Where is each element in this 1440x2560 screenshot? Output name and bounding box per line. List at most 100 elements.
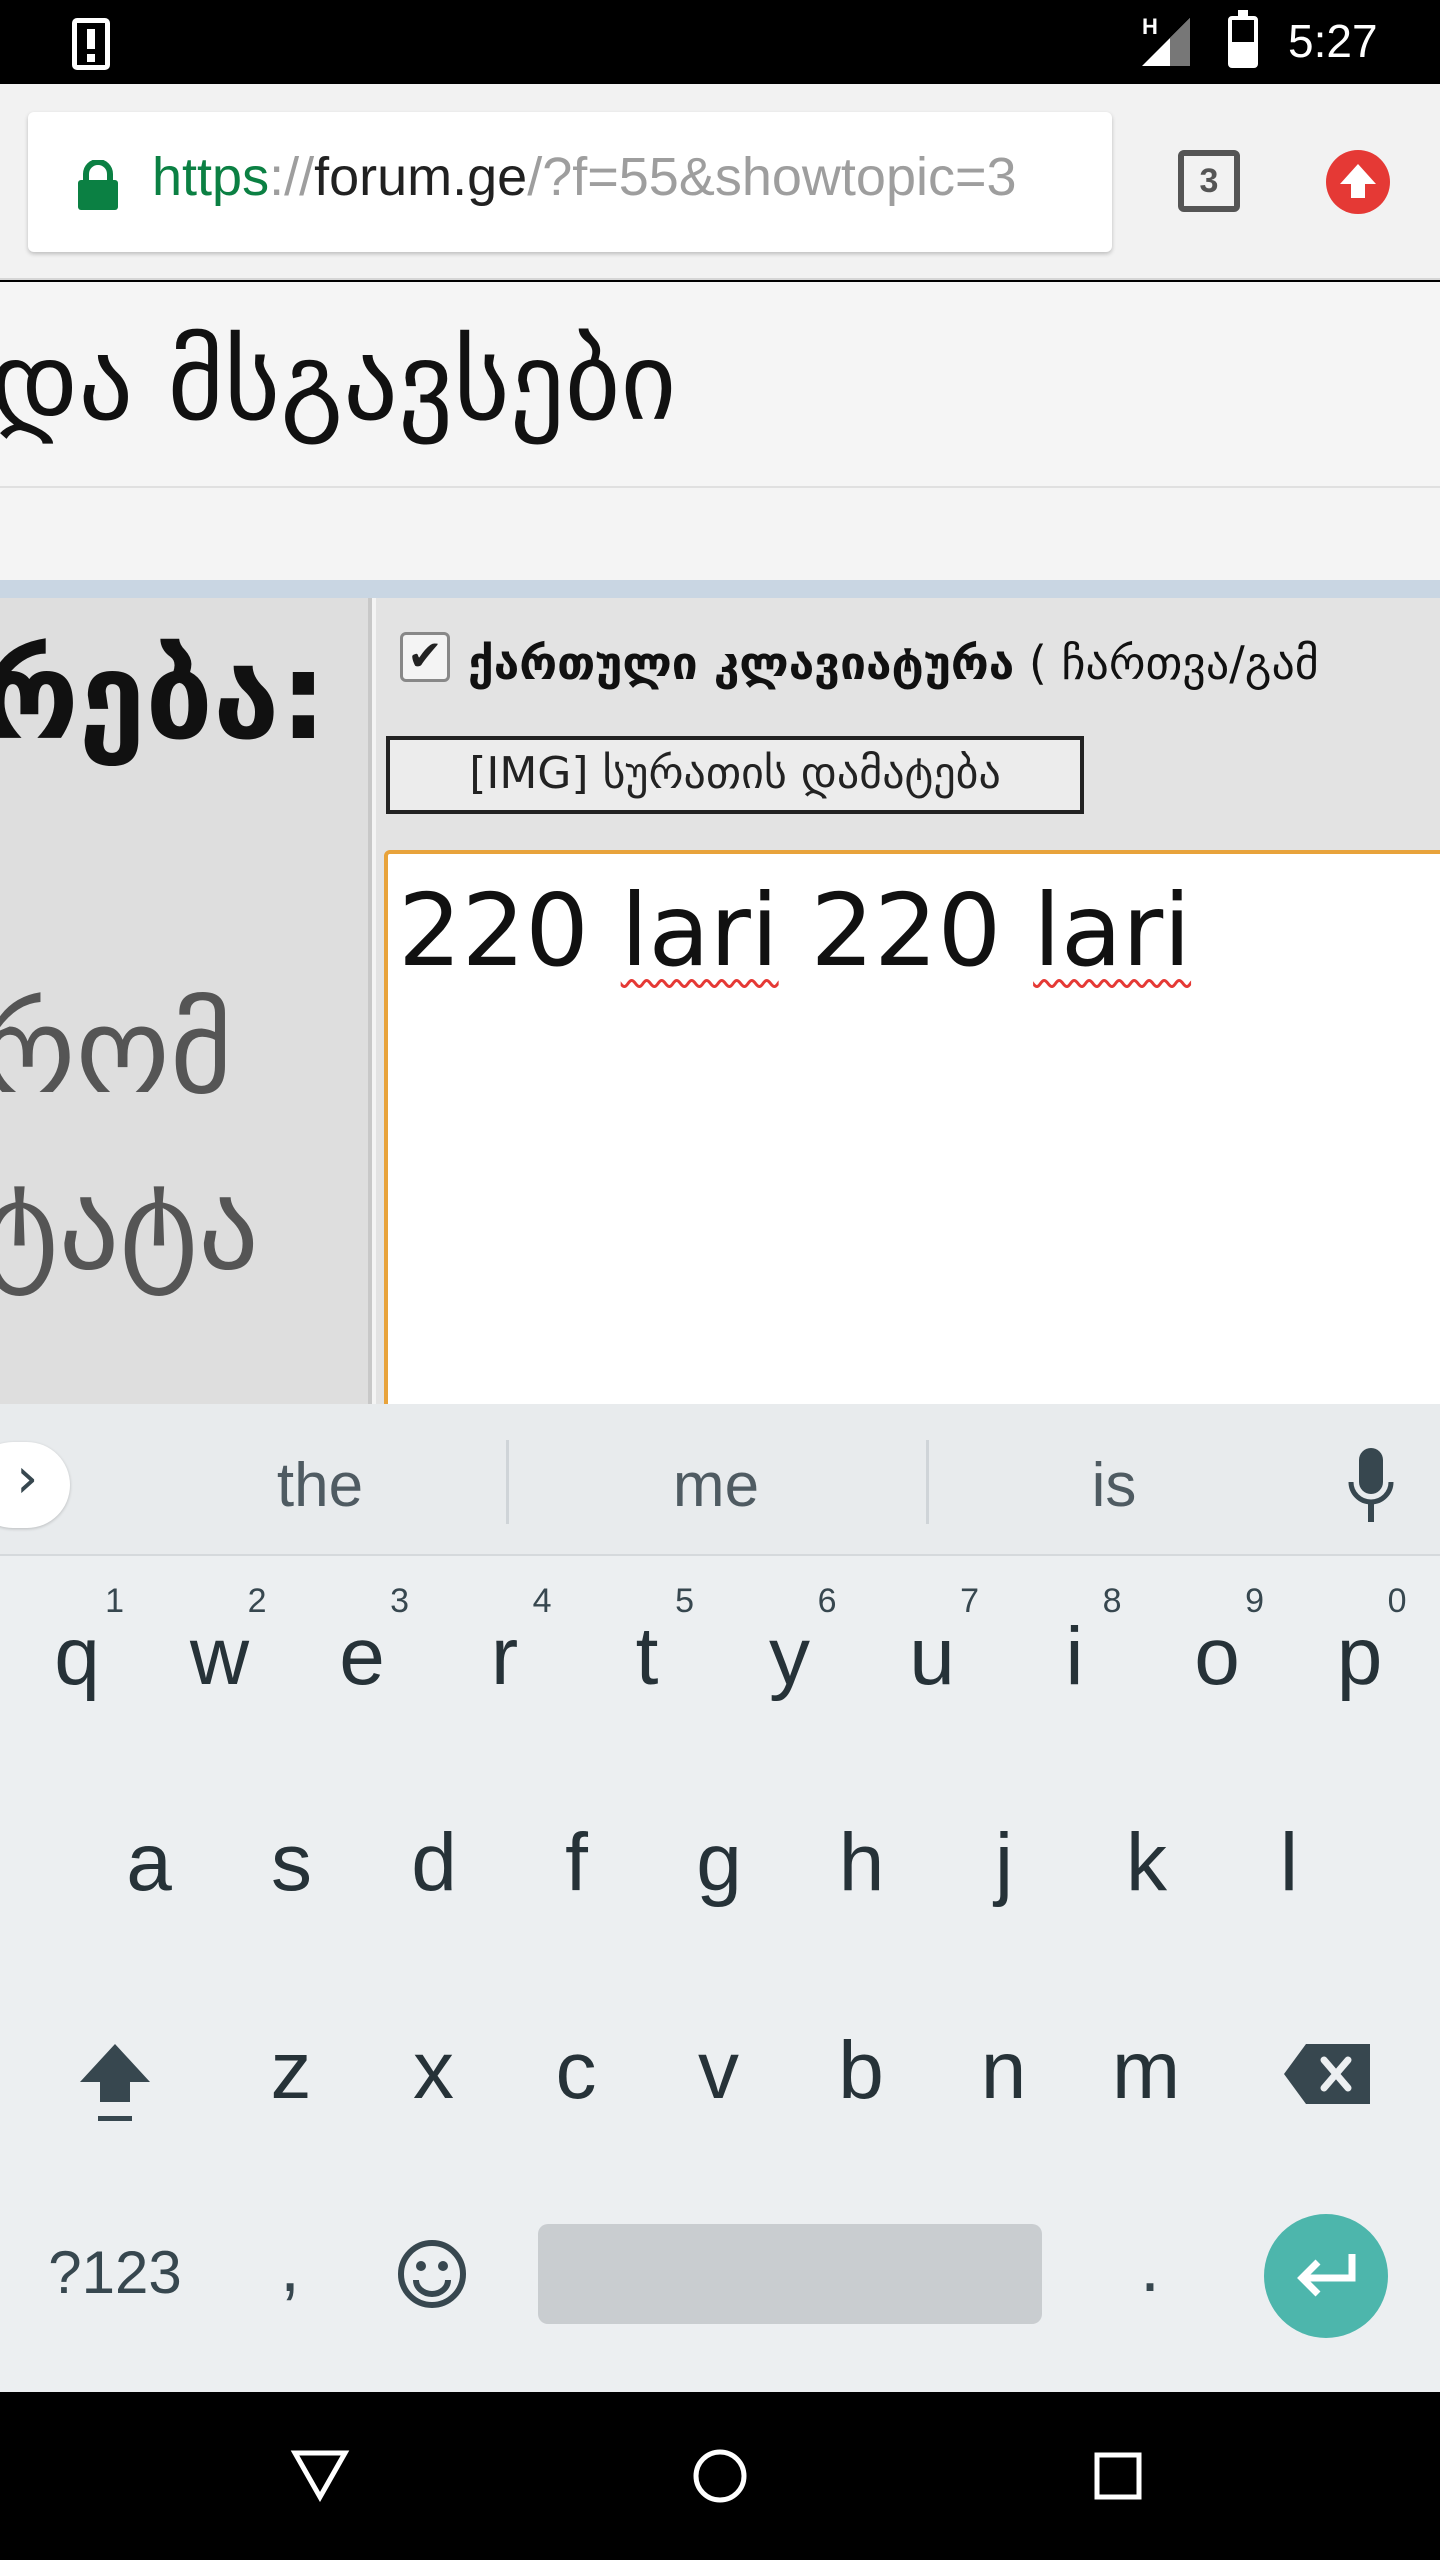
georgian-keyboard-label: ქართული კლავიატურა ( ჩართვა/გამ (468, 636, 1319, 690)
key-hint: 0 (1387, 1582, 1407, 1620)
key-label: w (189, 1611, 250, 1702)
key-label: u (909, 1611, 955, 1702)
key-label: k (1126, 1817, 1167, 1908)
key-label: e (339, 1611, 385, 1702)
status-bar: H 5:27 (0, 0, 1440, 84)
misspelled-word: lari (620, 872, 779, 989)
key-r[interactable]: r4 (440, 1564, 570, 1754)
georgian-keyboard-toggle-link[interactable]: ( ჩართვა/გამ (1014, 636, 1319, 690)
key-label: c (555, 2025, 597, 2116)
key-n[interactable]: n (939, 1978, 1069, 2168)
key-label: f (565, 1817, 588, 1908)
url-host: forum.ge (314, 147, 528, 207)
key-i[interactable]: i8 (1010, 1564, 1140, 1754)
key-q[interactable]: q1 (12, 1564, 142, 1754)
key-v[interactable]: v (654, 1978, 784, 2168)
address-bar[interactable]: https://forum.ge/?f=55&showtopic=3 (28, 112, 1112, 252)
message-word: 220 (810, 872, 1002, 989)
backspace-icon[interactable] (1282, 2042, 1372, 2106)
key-hint: 9 (1245, 1582, 1264, 1620)
lock-icon (78, 160, 118, 210)
suggestion-divider (506, 1440, 509, 1524)
back-icon[interactable] (290, 2448, 350, 2502)
chevron-right-icon[interactable]: › (0, 1442, 70, 1528)
suggestion-1[interactable]: the (210, 1450, 430, 1521)
microphone-icon[interactable] (1346, 1444, 1396, 1528)
message-word: 220 (398, 872, 589, 989)
key-a[interactable]: a (84, 1770, 214, 1960)
key-w[interactable]: w2 (155, 1564, 285, 1754)
suggestion-2[interactable]: me (606, 1450, 826, 1521)
key-hint: 7 (960, 1582, 979, 1620)
key-label: v (698, 2025, 739, 2116)
key-label: i (1065, 1611, 1084, 1702)
key-hint: 4 (532, 1582, 552, 1620)
home-icon[interactable] (692, 2448, 748, 2504)
url-text[interactable]: https://forum.ge/?f=55&showtopic=3 (152, 146, 1017, 208)
recents-icon[interactable] (1094, 2452, 1142, 2500)
section-divider (0, 580, 1440, 598)
emoji-icon[interactable] (396, 2238, 468, 2310)
key-hint: 6 (817, 1582, 837, 1620)
key-l[interactable]: l (1224, 1770, 1354, 1960)
key-label: p (1336, 1611, 1383, 1702)
update-icon[interactable] (1326, 150, 1390, 214)
key-c[interactable]: c (511, 1978, 641, 2168)
alert-icon (72, 18, 110, 70)
key-j[interactable]: j (939, 1770, 1069, 1960)
key-g[interactable]: g (654, 1770, 784, 1960)
key-hint: 5 (675, 1582, 694, 1620)
key-label: j (994, 1817, 1014, 1908)
key-p[interactable]: p0 (1295, 1564, 1425, 1754)
key-label: z (270, 2025, 312, 2116)
signal-icon (1142, 18, 1190, 66)
tab-switcher-button[interactable]: 3 (1178, 150, 1240, 212)
key-t[interactable]: t5 (582, 1564, 712, 1754)
key-e[interactable]: e3 (297, 1564, 427, 1754)
key-d[interactable]: d (369, 1770, 499, 1960)
suggestion-3[interactable]: is (1004, 1450, 1224, 1521)
suggestion-divider (926, 1440, 929, 1524)
key-o[interactable]: o9 (1152, 1564, 1282, 1754)
key-k[interactable]: k (1082, 1770, 1212, 1960)
misspelled-word: lari (1033, 872, 1192, 989)
key-label: h (838, 1817, 885, 1908)
key-m[interactable]: m (1081, 1978, 1211, 2168)
checkmark-icon: ✔ (407, 631, 443, 680)
key-label: s (271, 1817, 312, 1908)
key-label: r (490, 1611, 519, 1702)
browser-toolbar: https://forum.ge/?f=55&showtopic=3 3 (0, 84, 1440, 280)
key-s[interactable]: s (227, 1770, 357, 1960)
key-u[interactable]: u7 (867, 1564, 997, 1754)
key-label: g (696, 1817, 742, 1908)
tab-count: 3 (1199, 162, 1219, 200)
add-image-button[interactable]: [IMG] სურათის დამატება (386, 736, 1084, 814)
enter-key[interactable] (1264, 2214, 1388, 2338)
key-x[interactable]: x (369, 1978, 499, 2168)
message-textarea[interactable]: 220 lari 220 lari (384, 850, 1440, 1410)
key-f[interactable]: f (512, 1770, 642, 1960)
suggestion-strip: › the me is (0, 1404, 1440, 1556)
key-label: q (54, 1611, 100, 1702)
period-key[interactable]: . (1100, 2226, 1200, 2308)
key-label: o (1194, 1611, 1240, 1702)
key-b[interactable]: b (796, 1978, 926, 2168)
comma-key[interactable]: , (240, 2226, 340, 2308)
battery-icon (1228, 10, 1258, 68)
key-h[interactable]: h (797, 1770, 927, 1960)
key-label: l (1279, 1817, 1299, 1908)
topic-title-area: და მსგავსები (0, 282, 1440, 488)
url-scheme: https (152, 147, 270, 207)
navigation-bar (0, 2392, 1440, 2560)
georgian-keyboard-checkbox[interactable]: ✔ (400, 632, 450, 682)
shift-icon[interactable] (60, 2024, 170, 2134)
symbols-key[interactable]: ?123 (20, 2238, 210, 2307)
space-key[interactable] (538, 2224, 1042, 2324)
message-text: 220 lari 220 lari (398, 872, 1191, 989)
key-label: n (980, 2025, 1027, 2116)
key-z[interactable]: z (226, 1978, 356, 2168)
topic-title: და მსგავსები (0, 320, 677, 445)
enter-icon (1297, 2254, 1356, 2297)
georgian-keyboard-title: ქართული კლავიატურა (468, 636, 1015, 690)
key-y[interactable]: y6 (725, 1564, 855, 1754)
